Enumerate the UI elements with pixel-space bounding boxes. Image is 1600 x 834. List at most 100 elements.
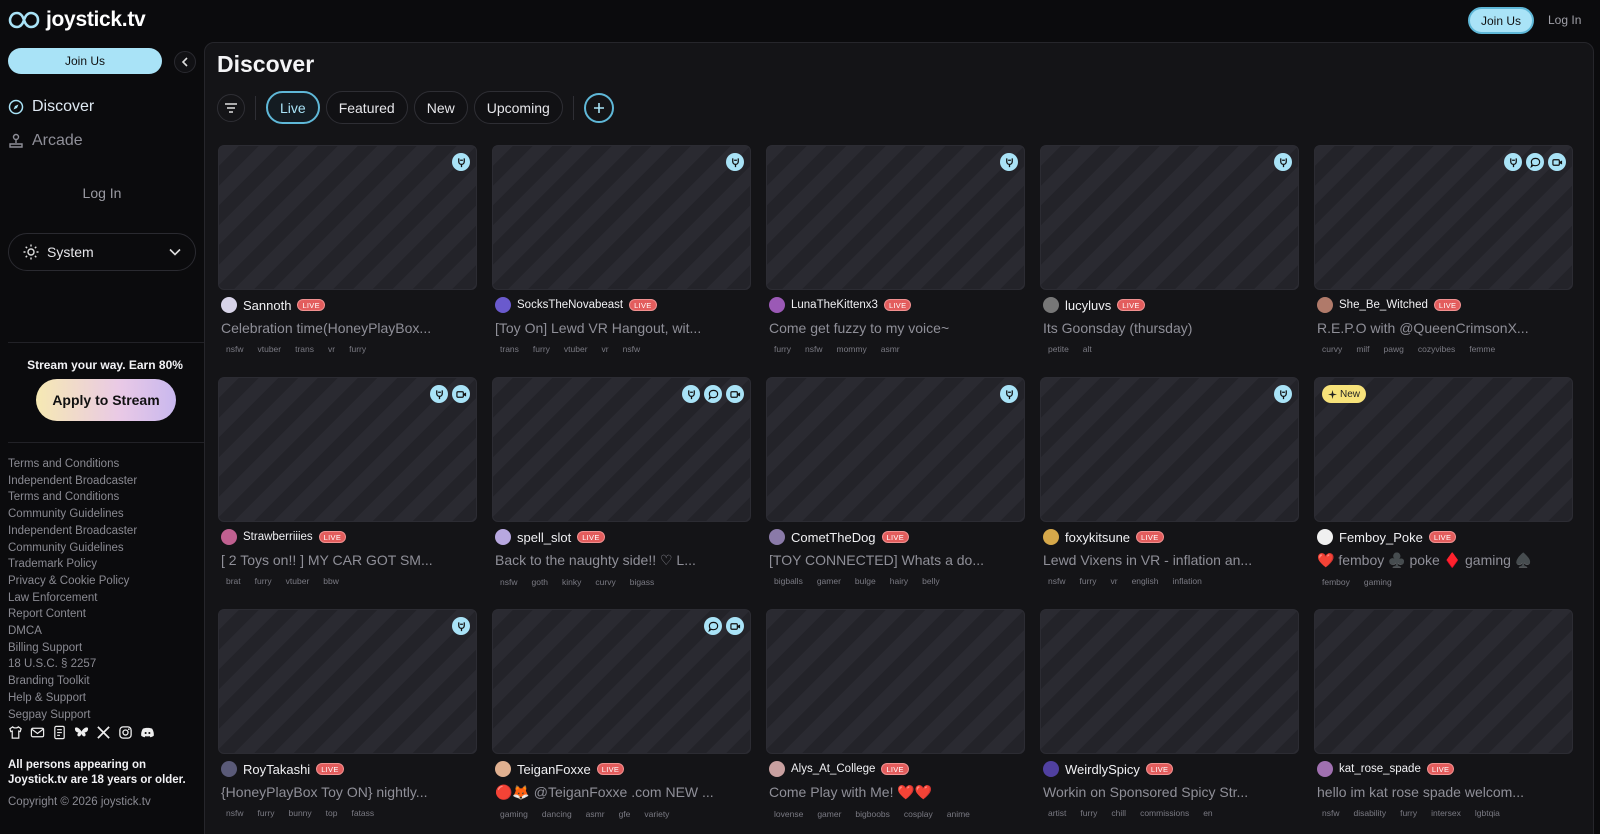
stream-card[interactable]: TeiganFoxxe LIVE 🔴🦊 @TeiganFoxxe .com NEW …	[492, 609, 751, 834]
stream-thumbnail[interactable]: New	[1314, 377, 1573, 522]
stream-tag[interactable]: petite	[1043, 344, 1078, 354]
stream-tag[interactable]: curvy	[1317, 344, 1351, 354]
stream-tag[interactable]: vtuber	[559, 344, 597, 354]
tab-live[interactable]: Live	[266, 91, 320, 124]
stream-title[interactable]: [TOY CONNECTED] Whats a do...	[769, 552, 1025, 568]
avatar[interactable]	[769, 297, 785, 313]
stream-thumbnail[interactable]	[492, 377, 751, 522]
sidebar-item-discover[interactable]: Discover	[8, 98, 94, 116]
stream-tag[interactable]: nsfw	[221, 344, 252, 354]
avatar[interactable]	[1043, 297, 1059, 313]
avatar[interactable]	[221, 297, 237, 313]
stream-tag[interactable]: commissions	[1135, 808, 1198, 818]
stream-tag[interactable]: vtuber	[281, 576, 319, 586]
stream-tag[interactable]: gamer	[812, 576, 850, 586]
stream-tag[interactable]: hairy	[885, 576, 917, 586]
stream-tag[interactable]: trans	[495, 344, 528, 354]
stream-tag[interactable]: mommy	[831, 344, 875, 354]
stream-tag[interactable]: anime	[942, 809, 979, 819]
stream-tag[interactable]: gfe	[614, 809, 640, 819]
stream-tag[interactable]: bulge	[850, 576, 885, 586]
footer-link[interactable]: Report Content	[8, 606, 198, 623]
streamer-name[interactable]: lucyluvs	[1065, 298, 1111, 313]
stream-thumbnail[interactable]	[218, 377, 477, 522]
footer-link[interactable]: Billing Support	[8, 640, 198, 657]
stream-tag[interactable]: pawg	[1379, 344, 1413, 354]
stream-tag[interactable]: bbw	[318, 576, 348, 586]
stream-thumbnail[interactable]	[1314, 145, 1573, 290]
footer-link[interactable]: Branding Toolkit	[8, 673, 198, 690]
streamer-name[interactable]: CometTheDog	[791, 530, 876, 545]
stream-tag[interactable]: variety	[639, 809, 678, 819]
stream-tag[interactable]: furry	[250, 576, 281, 586]
stream-card[interactable]: kat_rose_spade LIVE hello im kat rose spad…	[1314, 609, 1573, 834]
stream-card[interactable]: WeirdlySpicy LIVE Workin on Sponsored Spic…	[1040, 609, 1299, 834]
stream-tag[interactable]: nsfw	[221, 808, 252, 818]
stream-title[interactable]: Celebration time(HoneyPlayBox...	[221, 320, 477, 336]
header-login-link[interactable]: Log In	[1548, 13, 1581, 27]
stream-tag[interactable]: asmr	[581, 809, 614, 819]
footer-link[interactable]: DMCA	[8, 623, 198, 640]
footer-link[interactable]: Community Guidelines	[8, 540, 198, 557]
butterfly-icon[interactable]	[74, 725, 89, 740]
stream-card[interactable]: LunaTheKittenx3 LIVE Come get fuzzy to my …	[766, 145, 1025, 373]
avatar[interactable]	[495, 297, 511, 313]
stream-tag[interactable]: fatass	[346, 808, 383, 818]
streamer-name[interactable]: WeirdlySpicy	[1065, 762, 1140, 777]
stream-title[interactable]: [ 2 Toys on!! ] MY CAR GOT SM...	[221, 552, 477, 568]
stream-tag[interactable]: english	[1127, 576, 1168, 586]
stream-thumbnail[interactable]	[1040, 377, 1299, 522]
stream-title[interactable]: hello im kat rose spade welcom...	[1317, 784, 1573, 800]
avatar[interactable]	[1043, 761, 1059, 777]
stream-thumbnail[interactable]	[766, 377, 1025, 522]
stream-tag[interactable]: disability	[1348, 808, 1395, 818]
stream-tag[interactable]: milf	[1351, 344, 1378, 354]
streamer-name[interactable]: LunaTheKittenx3	[791, 299, 878, 311]
stream-tag[interactable]: nsfw	[618, 344, 649, 354]
shirt-icon[interactable]	[8, 725, 23, 740]
stream-tag[interactable]: gamer	[812, 809, 850, 819]
stream-tag[interactable]: dancing	[537, 809, 581, 819]
stream-thumbnail[interactable]	[492, 145, 751, 290]
streamer-name[interactable]: She_Be_Witched	[1339, 299, 1428, 311]
filter-button[interactable]	[217, 93, 245, 122]
stream-tag[interactable]: gaming	[495, 809, 537, 819]
stream-card[interactable]: SocksTheNovabeast LIVE [Toy On] Lewd VR Ha…	[492, 145, 751, 373]
stream-tag[interactable]: bigass	[625, 577, 664, 587]
streamer-name[interactable]: TeiganFoxxe	[517, 762, 591, 777]
stream-tag[interactable]: goth	[526, 577, 557, 587]
avatar[interactable]	[221, 761, 237, 777]
stream-card[interactable]: CometTheDog LIVE [TOY CONNECTED] Whats a d…	[766, 377, 1025, 605]
stream-thumbnail[interactable]	[766, 145, 1025, 290]
avatar[interactable]	[769, 761, 785, 777]
stream-tag[interactable]: furry	[769, 344, 800, 354]
footer-link[interactable]: Help & Support	[8, 690, 198, 707]
stream-tag[interactable]: vr	[323, 344, 344, 354]
stream-tag[interactable]: kinky	[557, 577, 590, 587]
stream-card[interactable]: Alys_At_College LIVE Come Play with Me! ❤️…	[766, 609, 1025, 834]
stream-title[interactable]: Its Goonsday (thursday)	[1043, 320, 1299, 336]
stream-title[interactable]: {HoneyPlayBox Toy ON} nightly...	[221, 784, 477, 800]
discord-icon[interactable]	[140, 725, 155, 740]
sidebar-join-button[interactable]: Join Us	[8, 48, 162, 74]
stream-thumbnail[interactable]	[1040, 609, 1299, 754]
streamer-name[interactable]: Femboy_Poke	[1339, 530, 1423, 545]
stream-tag[interactable]: furry	[1075, 808, 1106, 818]
stream-title[interactable]: [Toy On] Lewd VR Hangout, wit...	[495, 320, 751, 336]
stream-title[interactable]: R.E.P.O with @QueenCrimsonX...	[1317, 320, 1573, 336]
stream-tag[interactable]: artist	[1043, 808, 1075, 818]
stream-tag[interactable]: alt	[1078, 344, 1101, 354]
stream-tag[interactable]: bigboobs	[850, 809, 899, 819]
stream-tag[interactable]: cozyvibes	[1413, 344, 1464, 354]
footer-link[interactable]: Independent Broadcaster	[8, 523, 198, 540]
stream-tag[interactable]: vr	[597, 344, 618, 354]
stream-card[interactable]: foxykitsune LIVE Lewd Vixens in VR - infla…	[1040, 377, 1299, 605]
avatar[interactable]	[495, 529, 511, 545]
stream-card[interactable]: lucyluvs LIVE Its Goonsday (thursday) petit…	[1040, 145, 1299, 373]
streamer-name[interactable]: foxykitsune	[1065, 530, 1130, 545]
stream-tag[interactable]: nsfw	[495, 577, 526, 587]
stream-tag[interactable]: asmr	[876, 344, 909, 354]
stream-tag[interactable]: nsfw	[1317, 808, 1348, 818]
stream-thumbnail[interactable]	[1314, 609, 1573, 754]
stream-tag[interactable]: lovense	[769, 809, 812, 819]
